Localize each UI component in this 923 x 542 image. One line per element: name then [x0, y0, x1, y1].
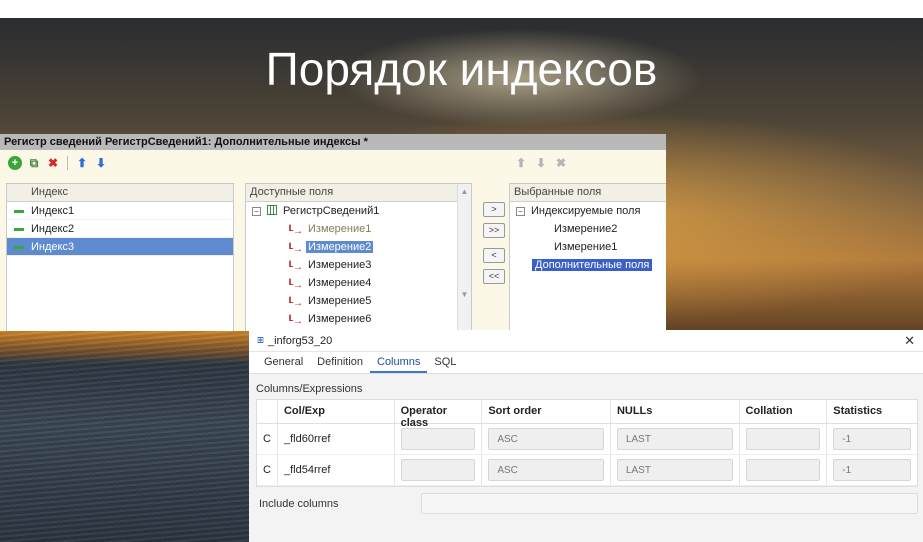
- nulls-field[interactable]: LAST: [616, 428, 733, 450]
- slide-title: Порядок индексов: [265, 43, 658, 95]
- tab-columns[interactable]: Columns: [370, 352, 428, 373]
- index-icon: [14, 210, 24, 213]
- vertical-scrollbar[interactable]: ▲ ▼: [457, 184, 471, 331]
- tab-definition[interactable]: Definition: [310, 352, 370, 373]
- remove-all-fields-button[interactable]: <<: [483, 269, 505, 284]
- available-fields-tree: Доступные поля − РегистрСведений1 ┖→ Измер…: [245, 183, 472, 331]
- table-icon: [267, 205, 277, 215]
- grid-header: Col/Exp Operator class Sort order NULLs …: [257, 400, 917, 429]
- tree-item[interactable]: ┖→ Измерение1: [246, 220, 471, 238]
- statistics-field[interactable]: -1: [833, 459, 911, 481]
- add-field-button[interactable]: >: [483, 202, 505, 217]
- statistics-field[interactable]: -1: [833, 428, 911, 450]
- onec-index-editor: Регистр сведений РегистрСведений1: Допол…: [0, 134, 666, 331]
- selected-fields-tree: Выбранные поля − Индексируемые поля Измер…: [509, 183, 666, 331]
- index-icon: [14, 228, 24, 231]
- column-header: [257, 400, 278, 423]
- dbeaver-title: _inforg53_20: [268, 334, 333, 347]
- row-type: C: [257, 455, 278, 485]
- include-columns-label: Include columns: [259, 498, 339, 510]
- collapse-icon[interactable]: −: [516, 207, 525, 216]
- tab-general[interactable]: General: [257, 352, 310, 373]
- tree-item[interactable]: ┖→ Измерение3: [246, 256, 471, 274]
- group-label: Columns/Expressions: [256, 383, 363, 395]
- remove-field-button[interactable]: <: [483, 248, 505, 263]
- toolbar-separator: [67, 156, 68, 170]
- selected-field-item[interactable]: Измерение1: [510, 238, 666, 256]
- column-header[interactable]: Operator class: [395, 400, 483, 429]
- column-header[interactable]: Col/Exp: [278, 400, 395, 423]
- column-header[interactable]: Sort order: [482, 400, 611, 423]
- add-all-fields-button[interactable]: >>: [483, 223, 505, 238]
- columns-grid: Col/Exp Operator class Sort order NULLs …: [256, 399, 918, 487]
- table-row[interactable]: C _fld54rref ASC LAST -1: [257, 455, 917, 486]
- table-row[interactable]: C _fld60rref ASC LAST -1: [257, 424, 917, 455]
- move-up-icon[interactable]: ⬆: [75, 156, 89, 170]
- tree-item[interactable]: ┖→ Измерение6: [246, 310, 471, 328]
- copy-icon[interactable]: ⧉: [27, 156, 41, 170]
- onec-window-title: Регистр сведений РегистрСведений1: Допол…: [0, 134, 666, 150]
- column-header[interactable]: Collation: [740, 400, 828, 423]
- include-columns-field[interactable]: [421, 493, 918, 514]
- available-fields-header: Доступные поля: [246, 184, 471, 202]
- sort-order-field[interactable]: ASC: [488, 459, 604, 481]
- column-header[interactable]: NULLs: [611, 400, 740, 423]
- slide: Порядок индексов Регистр сведений Регист…: [0, 0, 923, 542]
- index-item[interactable]: Индекс1: [7, 202, 233, 220]
- delete-icon[interactable]: ✖: [554, 156, 568, 170]
- collapse-icon[interactable]: −: [252, 207, 261, 216]
- row-type: C: [257, 424, 278, 454]
- tree-item-selected[interactable]: ┖→ Измерение2: [246, 238, 471, 256]
- tree-group[interactable]: − Индексируемые поля: [510, 202, 666, 220]
- extra-fields-item[interactable]: Дополнительные поля: [510, 256, 666, 274]
- index-list-header: Индекс: [7, 184, 233, 202]
- close-icon[interactable]: ✕: [904, 333, 915, 349]
- dbeaver-titlebar: ⧆ _inforg53_20 ✕: [249, 330, 923, 352]
- collation-field[interactable]: [745, 428, 821, 450]
- column-header[interactable]: Statistics: [827, 400, 917, 423]
- tree-root[interactable]: − РегистрСведений1: [246, 202, 471, 220]
- tab-sql[interactable]: SQL: [427, 352, 463, 373]
- move-up-icon[interactable]: ⬆: [514, 156, 528, 170]
- sort-order-field[interactable]: ASC: [488, 428, 604, 450]
- index-tree-icon: ⧆: [257, 334, 264, 346]
- tree-item[interactable]: ┖→ Измерение4: [246, 274, 471, 292]
- index-icon: [14, 246, 24, 249]
- move-down-icon[interactable]: ⬇: [94, 156, 108, 170]
- dimension-icon: ┖→: [287, 316, 304, 327]
- column-name[interactable]: _fld60rref: [278, 424, 395, 454]
- collation-field[interactable]: [745, 459, 821, 481]
- index-item-selected[interactable]: Индекс3: [7, 238, 233, 256]
- column-name[interactable]: _fld54rref: [278, 455, 395, 485]
- nulls-field[interactable]: LAST: [616, 459, 733, 481]
- water-background: [0, 330, 260, 542]
- tab-bar: General Definition Columns SQL: [249, 352, 923, 374]
- scroll-up-icon[interactable]: ▲: [458, 187, 471, 196]
- index-item[interactable]: Индекс2: [7, 220, 233, 238]
- tree-item[interactable]: ┖→ Измерение5: [246, 292, 471, 310]
- dbeaver-index-editor: ⧆ _inforg53_20 ✕ General Definition Colu…: [249, 330, 923, 542]
- operator-class-field[interactable]: [400, 459, 476, 481]
- onec-toolbar: + ⧉ ✖ ⬆ ⬇: [8, 156, 108, 170]
- scroll-down-icon[interactable]: ▼: [458, 290, 471, 299]
- selected-fields-toolbar: ⬆ ⬇ ✖: [514, 156, 568, 170]
- selected-fields-header: Выбранные поля: [510, 184, 666, 202]
- delete-icon[interactable]: ✖: [46, 156, 60, 170]
- index-list: Индекс Индекс1 Индекс2 Индекс3: [6, 183, 234, 331]
- selected-field-item[interactable]: Измерение2: [510, 220, 666, 238]
- operator-class-field[interactable]: [400, 428, 476, 450]
- add-icon[interactable]: +: [8, 156, 22, 170]
- move-down-icon[interactable]: ⬇: [534, 156, 548, 170]
